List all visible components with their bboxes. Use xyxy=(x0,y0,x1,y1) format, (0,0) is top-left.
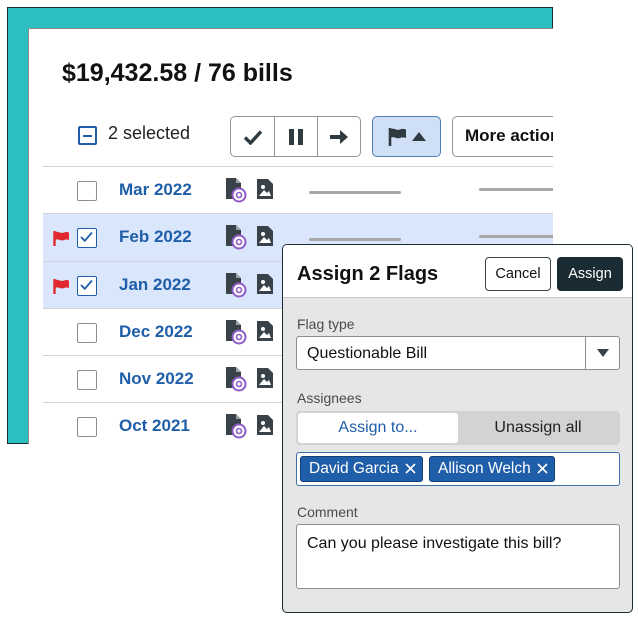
assignees-input[interactable]: David Garcia Allison Welch xyxy=(296,452,620,486)
document-icon xyxy=(226,178,247,203)
unassign-all-tab[interactable]: Unassign all xyxy=(458,413,618,443)
bill-date-link[interactable]: Nov 2022 xyxy=(119,369,194,389)
more-actions-button[interactable]: More actions xyxy=(452,116,553,157)
bills-total-title: $19,432.58 / 76 bills xyxy=(62,59,293,87)
flag-type-label: Flag type xyxy=(297,316,355,332)
row-checkbox[interactable] xyxy=(77,417,97,438)
dialog-header: Assign 2 Flags Cancel Assign xyxy=(283,245,632,298)
caret-down-icon xyxy=(596,349,609,357)
remove-icon[interactable] xyxy=(537,463,548,474)
document-icon xyxy=(226,367,247,392)
arrow-right-icon xyxy=(330,129,348,144)
image-attachment-icon xyxy=(257,226,273,247)
row-checkbox[interactable] xyxy=(77,275,97,296)
flag-icon xyxy=(388,127,406,146)
bulk-action-group xyxy=(230,116,361,157)
selected-count-label: 2 selected xyxy=(108,123,191,143)
image-attachment-icon xyxy=(257,179,273,199)
bill-date-link[interactable]: Mar 2022 xyxy=(119,180,192,200)
cancel-button[interactable]: Cancel xyxy=(485,257,551,291)
hold-button[interactable] xyxy=(274,117,317,156)
assignees-label: Assignees xyxy=(297,390,362,406)
pause-icon xyxy=(289,128,303,145)
image-attachment-icon xyxy=(257,273,273,294)
flag-icon xyxy=(53,231,69,247)
select-all-checkbox[interactable] xyxy=(78,126,97,145)
comment-textarea[interactable]: Can you please investigate this bill? xyxy=(296,524,620,589)
flag-type-select[interactable]: Questionable Bill xyxy=(296,336,620,370)
assignee-mode-toggle: Assign to... Unassign all xyxy=(296,411,620,445)
document-icon xyxy=(226,319,247,345)
document-icon xyxy=(226,225,247,250)
flag-icon xyxy=(53,278,69,294)
comment-label: Comment xyxy=(297,504,358,520)
bill-date-link[interactable]: Jan 2022 xyxy=(119,275,191,295)
assign-button[interactable]: Assign xyxy=(557,257,623,291)
checkmark-icon xyxy=(243,129,262,145)
assign-flags-dialog: Assign 2 Flags Cancel Assign Flag type Q… xyxy=(282,244,633,613)
forward-button[interactable] xyxy=(317,117,360,156)
placeholder-bar xyxy=(479,235,553,239)
placeholder-bar xyxy=(309,191,401,194)
checkmark-icon xyxy=(80,279,93,290)
document-icon xyxy=(226,414,247,439)
assignee-name: David Garcia xyxy=(309,459,399,477)
bill-date-link[interactable]: Dec 2022 xyxy=(119,322,193,342)
image-attachment-icon xyxy=(257,320,273,341)
assignee-name: Allison Welch xyxy=(438,459,531,477)
row-checkbox[interactable] xyxy=(77,228,97,249)
bill-row[interactable]: Mar 2022 xyxy=(43,166,553,214)
bill-date-link[interactable]: Feb 2022 xyxy=(119,227,192,247)
image-attachment-icon xyxy=(257,368,273,389)
flag-menu-button[interactable] xyxy=(372,116,441,157)
placeholder-bar xyxy=(309,238,401,242)
caret-up-icon xyxy=(412,132,426,141)
document-icon xyxy=(226,272,247,298)
row-checkbox[interactable] xyxy=(77,181,97,201)
flag-type-value: Questionable Bill xyxy=(307,345,428,362)
bill-date-link[interactable]: Oct 2021 xyxy=(119,416,190,436)
row-checkbox[interactable] xyxy=(77,322,97,343)
row-checkbox[interactable] xyxy=(77,370,97,391)
assignee-chip[interactable]: Allison Welch xyxy=(429,455,555,482)
assignee-chip[interactable]: David Garcia xyxy=(300,455,423,482)
assign-to-tab[interactable]: Assign to... xyxy=(298,413,458,443)
remove-icon[interactable] xyxy=(405,463,416,474)
image-attachment-icon xyxy=(257,415,273,436)
checkmark-icon xyxy=(80,232,93,243)
approve-button[interactable] xyxy=(231,117,274,156)
dialog-title: Assign 2 Flags xyxy=(297,263,439,285)
placeholder-bar xyxy=(479,188,553,191)
select-dropdown-button[interactable] xyxy=(585,337,619,369)
